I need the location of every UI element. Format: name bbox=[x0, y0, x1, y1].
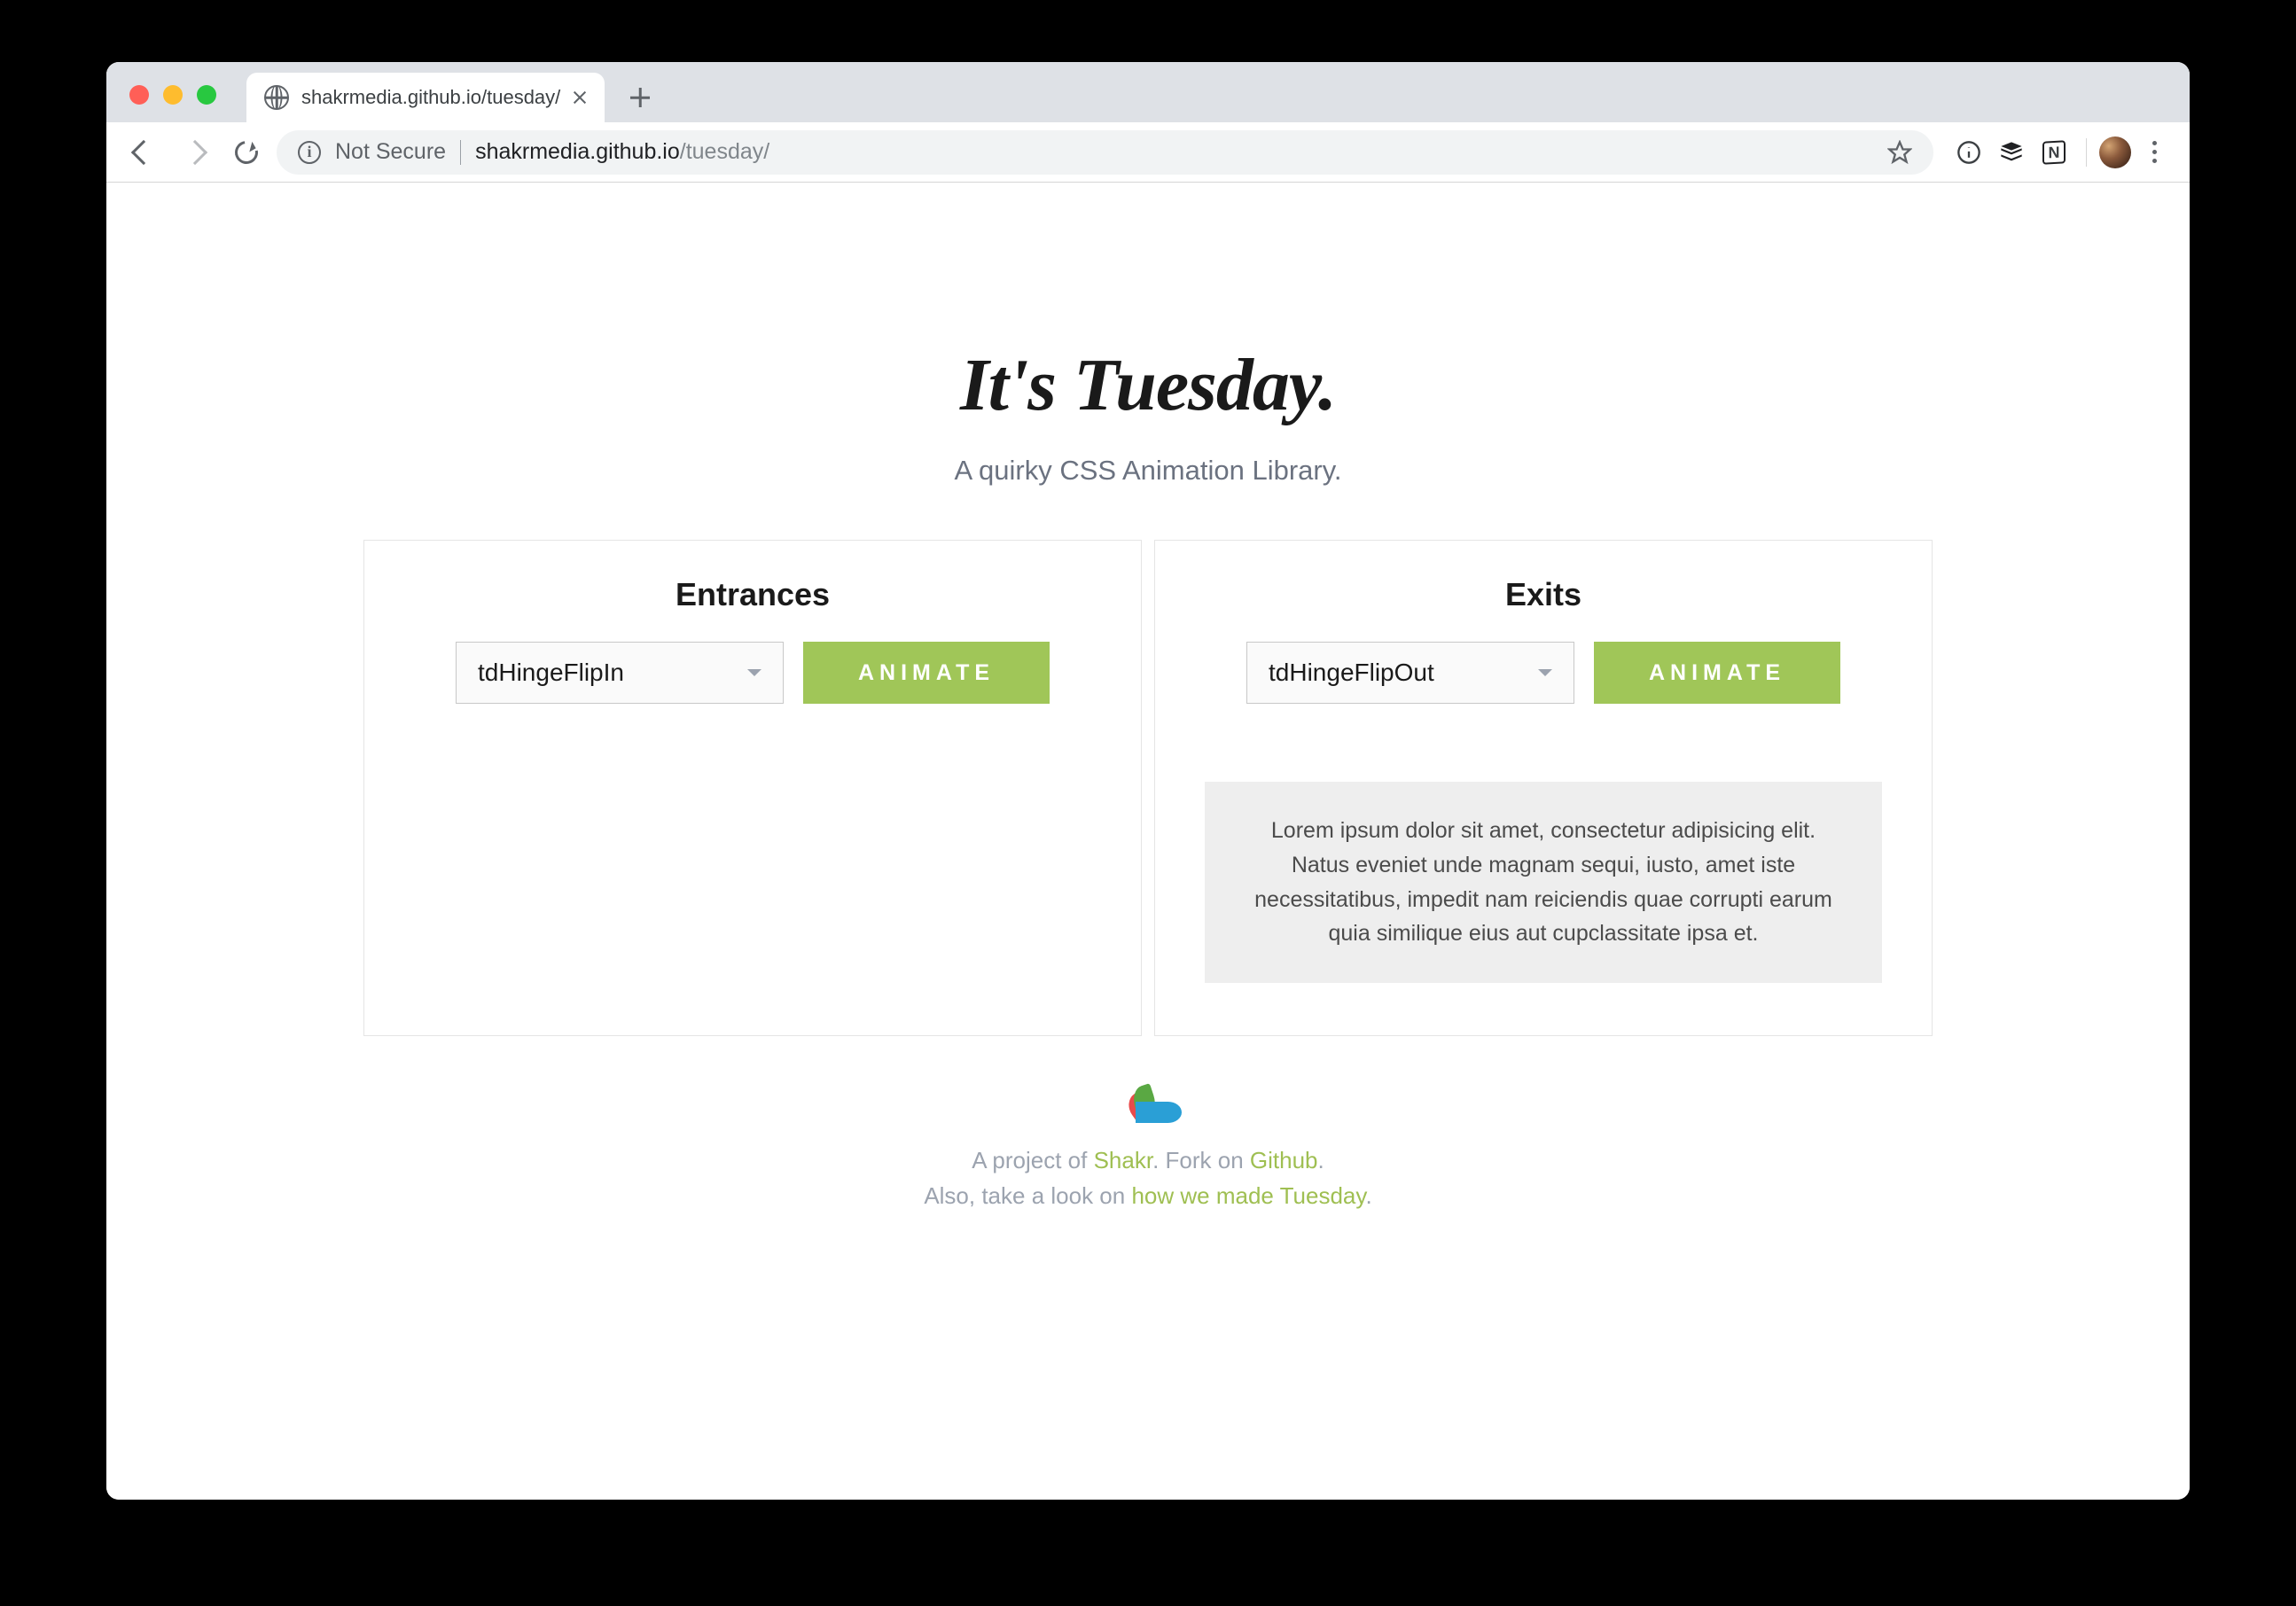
browser-toolbar: i Not Secure shakrmedia.github.io/tuesda… bbox=[106, 122, 2190, 183]
entrances-controls: tdHingeFlipIn ANIMATE bbox=[414, 642, 1091, 704]
shakr-link[interactable]: Shakr bbox=[1094, 1147, 1153, 1173]
plus-icon bbox=[630, 88, 650, 107]
browser-menu-button[interactable] bbox=[2135, 133, 2174, 172]
reload-button[interactable] bbox=[225, 131, 268, 174]
page-title: It's Tuesday. bbox=[960, 342, 1336, 428]
url-text: shakrmedia.github.io/tuesday/ bbox=[475, 139, 769, 165]
exits-select[interactable]: tdHingeFlipOut bbox=[1246, 642, 1574, 704]
how-we-made-link[interactable]: how we made Tuesday bbox=[1131, 1182, 1365, 1209]
profile-avatar[interactable] bbox=[2099, 136, 2131, 168]
tab-bar: shakrmedia.github.io/tuesday/ bbox=[106, 62, 2190, 122]
close-window-button[interactable] bbox=[129, 85, 149, 105]
separator bbox=[460, 140, 461, 165]
extension-info-icon[interactable] bbox=[1949, 133, 1988, 172]
toolbar-right: N bbox=[1942, 133, 2174, 172]
exits-demo-box: Lorem ipsum dolor sit amet, consectetur … bbox=[1205, 782, 1882, 983]
back-button[interactable] bbox=[122, 131, 165, 174]
page-content: It's Tuesday. A quirky CSS Animation Lib… bbox=[106, 183, 2190, 1500]
buffer-extension-icon[interactable] bbox=[1992, 133, 2031, 172]
arrow-left-icon bbox=[131, 139, 156, 164]
reload-icon bbox=[230, 136, 262, 168]
panel-title-entrances: Entrances bbox=[414, 576, 1091, 613]
window-controls bbox=[129, 85, 216, 105]
globe-icon bbox=[264, 85, 289, 110]
maximize-window-button[interactable] bbox=[197, 85, 216, 105]
close-tab-icon[interactable] bbox=[573, 90, 587, 105]
shakr-logo-icon bbox=[1121, 1086, 1175, 1121]
site-info-icon[interactable]: i bbox=[298, 141, 321, 164]
page-subtitle: A quirky CSS Animation Library. bbox=[954, 455, 1341, 487]
footer-line-1: A project of Shakr. Fork on Github. bbox=[972, 1142, 1324, 1178]
entrances-animate-button[interactable]: ANIMATE bbox=[803, 642, 1050, 704]
new-tab-button[interactable] bbox=[619, 76, 661, 119]
tab-title: shakrmedia.github.io/tuesday/ bbox=[301, 86, 560, 109]
arrow-right-icon bbox=[183, 139, 207, 164]
notion-extension-icon[interactable]: N bbox=[2034, 133, 2073, 172]
select-value: tdHingeFlipOut bbox=[1269, 659, 1434, 687]
address-bar[interactable]: i Not Secure shakrmedia.github.io/tuesda… bbox=[277, 130, 1933, 175]
dot-icon bbox=[2152, 159, 2157, 163]
chevron-down-icon bbox=[1538, 669, 1552, 683]
exits-controls: tdHingeFlipOut ANIMATE bbox=[1205, 642, 1882, 704]
exits-panel: Exits tdHingeFlipOut ANIMATE Lorem ipsum… bbox=[1154, 540, 1933, 1036]
dot-icon bbox=[2152, 141, 2157, 145]
entrances-panel: Entrances tdHingeFlipIn ANIMATE bbox=[363, 540, 1142, 1036]
entrances-select[interactable]: tdHingeFlipIn bbox=[456, 642, 784, 704]
footer-line-2: Also, take a look on how we made Tuesday… bbox=[924, 1178, 1371, 1213]
github-link[interactable]: Github bbox=[1250, 1147, 1318, 1173]
chevron-down-icon bbox=[747, 669, 761, 683]
select-value: tdHingeFlipIn bbox=[478, 659, 624, 687]
dot-icon bbox=[2152, 150, 2157, 154]
footer: A project of Shakr. Fork on Github. Also… bbox=[924, 1086, 1371, 1214]
bookmark-star-icon[interactable] bbox=[1887, 140, 1912, 165]
browser-window: shakrmedia.github.io/tuesday/ i Not Secu… bbox=[106, 62, 2190, 1500]
demo-panels: Entrances tdHingeFlipIn ANIMATE Exits td… bbox=[363, 540, 1933, 1036]
forward-button[interactable] bbox=[174, 131, 216, 174]
security-status: Not Secure bbox=[335, 139, 446, 165]
exits-animate-button[interactable]: ANIMATE bbox=[1594, 642, 1840, 704]
separator bbox=[2086, 138, 2087, 167]
minimize-window-button[interactable] bbox=[163, 85, 183, 105]
panel-title-exits: Exits bbox=[1205, 576, 1882, 613]
browser-tab[interactable]: shakrmedia.github.io/tuesday/ bbox=[246, 73, 605, 122]
